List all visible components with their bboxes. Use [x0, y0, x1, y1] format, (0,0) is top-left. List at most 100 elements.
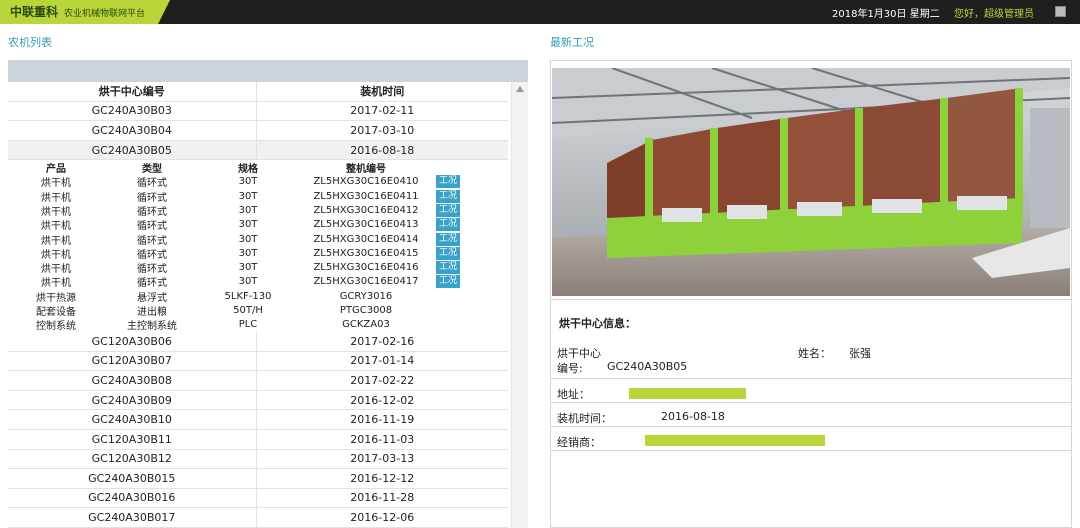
table-row[interactable]: GC240A30B016 2016-11-28	[8, 488, 508, 509]
info-title: 烘干中心信息：	[559, 317, 636, 330]
detail-row: 烘干机 循环式 30T ZL5HXG30C16E0411 工况	[8, 189, 508, 204]
type-cell: 循环式	[137, 278, 167, 290]
table-row[interactable]: GC240A30B08 2017-02-22	[8, 371, 508, 391]
center-id-cell: GC240A30B03	[91, 104, 172, 118]
center-id-label-line1: 烘干中心	[557, 347, 601, 360]
serial-cell: PTGC3008	[339, 304, 393, 316]
current-date: 2018年1月30日 星期二	[832, 9, 940, 20]
product-cell: 烘干热源	[36, 292, 76, 304]
type-cell: 循环式	[137, 206, 167, 218]
install-time-cell: 2017-02-22	[255, 371, 509, 390]
brand-subtitle: 农业机械物联网平台	[64, 9, 146, 19]
center-id-cell: GC240A30B09	[91, 393, 172, 407]
table-header: 烘干中心编号 装机时间	[8, 82, 508, 102]
center-id-value: GC240A30B05	[607, 360, 688, 373]
product-cell: 烘干机	[41, 221, 71, 233]
type-cell: 循环式	[137, 221, 167, 233]
machine-list-panel: 烘干中心编号 装机时间 GC240A30B03 2017-02-11 GC240A3…	[8, 60, 528, 528]
action-cell: 工况	[436, 175, 464, 189]
table-row[interactable]: GC240A30B09 2016-12-02	[8, 390, 508, 411]
detail-header-type: 类型	[142, 164, 162, 176]
detail-header-spec: 规格	[238, 164, 258, 176]
work-status-button[interactable]: 工况	[436, 246, 461, 260]
detail-row: 烘干热源 悬浮式 5LKF-130 GCRY3016	[8, 289, 508, 304]
detail-row: 烘干机 循环式 30T ZL5HXG30C16E0415 工况	[8, 246, 508, 261]
serial-cell: ZL5HXG30C16E0416	[313, 262, 419, 274]
work-status-button[interactable]: 工况	[436, 218, 461, 232]
center-id-label-line2: 编号:	[557, 362, 583, 375]
table-row[interactable]: GC120A30B11 2016-11-03	[8, 429, 508, 450]
dealer-redacted	[645, 435, 825, 446]
machine-table: 烘干中心编号 装机时间 GC240A30B03 2017-02-11 GC240A3…	[8, 82, 508, 528]
serial-cell: ZL5HXG30C16E0417	[313, 276, 419, 288]
list-toolbar	[8, 60, 528, 82]
top-bar: 中联重科 农业机械物联网平台 2018年1月30日 星期二 您好，超级管理员	[0, 0, 1080, 24]
type-cell: 循环式	[137, 235, 167, 247]
detail-header: 产品 类型 规格 整机编号	[8, 160, 508, 176]
table-row[interactable]: GC240A30B10 2016-11-19	[8, 410, 508, 430]
name-label: 姓名：	[798, 347, 831, 360]
action-cell: 工况	[436, 232, 464, 246]
work-status-button[interactable]: 工况	[436, 261, 461, 275]
center-id-cell: GC240A30B08	[91, 373, 172, 387]
table-row[interactable]: GC240A30B04 2017-03-10	[8, 121, 508, 141]
product-cell: 烘干机	[41, 235, 71, 247]
product-cell: 控制系统	[36, 321, 76, 333]
type-cell: 循环式	[137, 264, 167, 276]
name-value: 张强	[849, 347, 871, 360]
dryer-center-info: 烘干中心信息： 烘干中心 编号: GC240A30B05 姓名： 张强 地址： …	[551, 299, 1071, 451]
serial-cell: ZL5HXG30C16E0414	[313, 233, 419, 245]
table-row[interactable]: GC120A30B12 2017-03-13	[8, 449, 509, 470]
serial-cell: ZL5HXG30C16E0413	[313, 219, 419, 231]
action-cell: 工况	[436, 261, 464, 275]
dryer-center-photo	[552, 68, 1070, 296]
detail-row: 烘干机 循环式 30T ZL5HXG30C16E0414 工况	[8, 232, 508, 247]
list-scrollbar[interactable]	[511, 82, 528, 528]
type-cell: 循环式	[137, 249, 167, 261]
install-time-value: 2016-08-18	[661, 410, 725, 423]
detail-row: 烘干机 循环式 30T ZL5HXG30C16E0417 工况	[8, 275, 508, 289]
table-row[interactable]: GC120A30B06 2017-02-16	[8, 331, 508, 352]
action-cell: 工况	[436, 189, 464, 203]
table-row[interactable]: GC240A30B05 2016-08-18	[8, 140, 508, 161]
brand-logo: 中联重科 农业机械物联网平台	[0, 0, 170, 24]
expanded-detail: 产品 类型 规格 整机编号 烘干机 循环式 30T ZL5HXG30C16E0410 工…	[8, 160, 508, 332]
scroll-up-icon[interactable]	[516, 86, 524, 92]
install-time-cell: 2016-11-19	[255, 410, 509, 429]
install-time-cell: 2017-01-14	[255, 351, 509, 371]
product-cell: 烘干机	[41, 278, 71, 290]
table-row[interactable]: GC240A30B017 2016-12-06	[8, 508, 508, 528]
work-status-button[interactable]: 工况	[436, 189, 461, 203]
table-row[interactable]: GC240A30B015 2016-12-12	[8, 469, 508, 489]
table-row[interactable]: GC240A30B03 2017-02-11	[8, 101, 508, 122]
center-id-cell: GC120A30B06	[91, 334, 172, 348]
install-time-cell: 2017-03-13	[255, 449, 509, 469]
action-cell: 工况	[436, 246, 464, 260]
install-time-cell: 2016-12-12	[255, 469, 509, 488]
serial-cell: ZL5HXG30C16E0415	[313, 247, 419, 259]
detail-header-product: 产品	[46, 164, 66, 176]
detail-row: 配套设备 进出粮 50T/H PTGC3008	[8, 303, 508, 318]
work-status-button[interactable]: 工况	[436, 203, 461, 217]
address-redacted	[629, 388, 746, 399]
user-greeting[interactable]: 您好，超级管理员	[954, 5, 1034, 20]
type-cell: 循环式	[137, 178, 167, 190]
detail-row: 烘干机 循环式 30T ZL5HXG30C16E0412 工况	[8, 203, 508, 218]
spec-cell: 30T	[238, 276, 258, 288]
machine-list-title: 农机列表	[8, 36, 52, 49]
address-label: 地址：	[557, 388, 590, 401]
user-menu-icon[interactable]	[1055, 6, 1066, 17]
work-status-button[interactable]: 工况	[436, 175, 461, 189]
brand-name: 中联重科	[10, 5, 59, 19]
work-status-button[interactable]: 工况	[436, 275, 461, 289]
spec-cell: 30T	[238, 247, 258, 259]
detail-row: 烘干机 循环式 30T ZL5HXG30C16E0410 工况	[8, 175, 508, 189]
spec-cell: 30T	[238, 204, 258, 216]
work-status-button[interactable]: 工况	[436, 232, 461, 246]
type-cell: 主控制系统	[127, 321, 177, 333]
center-id-cell: GC120A30B12	[91, 452, 172, 466]
spec-cell: 50T/H	[233, 304, 263, 316]
spec-cell: 30T	[238, 219, 258, 231]
table-row[interactable]: GC120A30B07 2017-01-14	[8, 351, 509, 372]
detail-header-serial: 整机编号	[346, 164, 386, 176]
